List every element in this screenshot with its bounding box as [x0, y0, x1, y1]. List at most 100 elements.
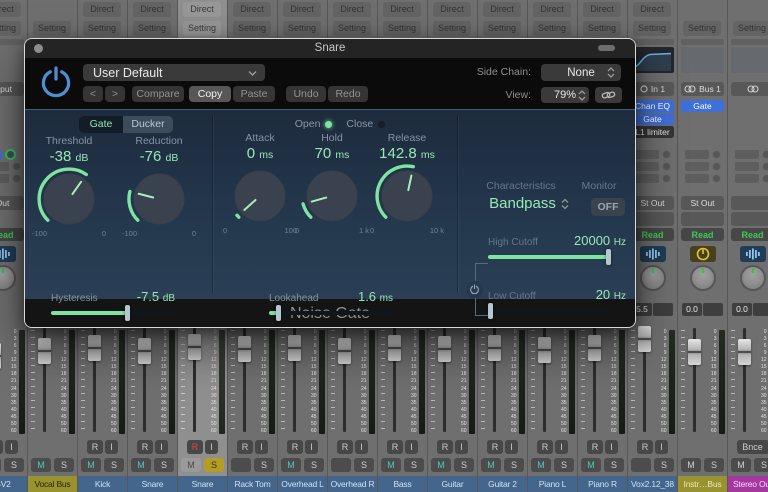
send-slot[interactable] — [0, 174, 9, 183]
input-slot[interactable]: Input — [0, 82, 24, 96]
preset-next-button[interactable]: > — [105, 86, 125, 102]
slider-track[interactable] — [51, 311, 174, 315]
eq-slot[interactable] — [631, 39, 674, 45]
direct-button[interactable]: Direct — [283, 2, 321, 17]
send-knob[interactable] — [762, 174, 768, 183]
tab-ducker[interactable]: Ducker — [123, 116, 173, 133]
input-monitor-button[interactable]: I — [155, 440, 168, 454]
input-monitor-button[interactable]: I — [605, 440, 618, 454]
automation-mode-button[interactable]: Read — [631, 228, 674, 241]
input-slot[interactable] — [731, 82, 768, 96]
send-slot[interactable] — [735, 174, 759, 183]
threshold-knob[interactable]: Threshold-38 dB-1000 — [25, 135, 113, 238]
input-slot[interactable]: In 1 — [631, 82, 674, 96]
waveform-icon[interactable] — [640, 246, 666, 262]
setting-button[interactable]: Setting — [633, 21, 671, 36]
lookahead-slider[interactable]: Lookahead1.6 ms — [269, 282, 393, 315]
plugin-window-titlebar[interactable]: Snare — [25, 39, 635, 58]
fader-cap[interactable] — [338, 338, 351, 364]
channel-name[interactable]: Kick — [78, 476, 127, 492]
send-knob[interactable] — [712, 150, 721, 159]
send-slot[interactable] — [735, 150, 759, 159]
send-knob[interactable] — [712, 162, 721, 171]
send-slot[interactable] — [635, 174, 659, 183]
send-slot[interactable] — [635, 162, 659, 171]
channel-name[interactable]: Stereo Out — [728, 476, 768, 492]
mute-button[interactable] — [631, 458, 651, 472]
input-monitor-button[interactable]: I — [555, 440, 568, 454]
solo-button[interactable]: S — [404, 458, 424, 472]
solo-button[interactable]: S — [454, 458, 474, 472]
fader[interactable] — [287, 326, 302, 434]
preset-prev-button[interactable]: < — [83, 86, 103, 102]
plugin-power-icon[interactable] — [38, 64, 74, 100]
fader-cap[interactable] — [738, 339, 751, 365]
channel-name[interactable]: Vocal Bus — [28, 476, 77, 492]
channel-name[interactable]: Snare — [178, 476, 227, 492]
waveform-icon[interactable] — [740, 246, 766, 262]
fader[interactable] — [0, 326, 2, 434]
waveform-icon[interactable] — [0, 246, 16, 262]
mute-button[interactable]: M — [531, 458, 551, 472]
monitor-off-button[interactable]: OFF — [591, 198, 625, 216]
knob-dial[interactable] — [125, 165, 193, 233]
direct-button[interactable]: Direct — [183, 2, 221, 17]
send-knob[interactable] — [762, 162, 768, 171]
eq-slot[interactable] — [731, 39, 768, 45]
setting-button[interactable]: Setting — [483, 21, 521, 36]
filter-power-icon[interactable] — [466, 281, 483, 298]
release-knob[interactable]: Release142.8 ms010 k — [363, 132, 451, 235]
mute-button[interactable]: M — [131, 458, 151, 472]
mute-button[interactable]: M — [281, 458, 301, 472]
fader-cap[interactable] — [538, 337, 551, 363]
setting-button[interactable]: Setting — [583, 21, 621, 36]
fader-cap[interactable] — [688, 339, 701, 365]
channel-name[interactable]: Vox2.12_38 — [628, 476, 677, 492]
record-enable-button[interactable]: R — [337, 440, 353, 454]
channel-name[interactable]: Overhead R — [328, 476, 377, 492]
mute-button[interactable]: M — [81, 458, 101, 472]
solo-button[interactable]: S — [654, 458, 674, 472]
fader-cap[interactable] — [188, 334, 201, 360]
channel-name[interactable]: Snare — [128, 476, 177, 492]
send-row[interactable] — [731, 150, 768, 159]
channel-name[interactable]: Instr…Bus — [678, 476, 727, 492]
send-knob[interactable] — [662, 162, 671, 171]
send-slot[interactable] — [635, 150, 659, 159]
channel-name[interactable]: GV2 — [0, 476, 27, 492]
pan-knob[interactable] — [690, 265, 716, 291]
send-knob[interactable] — [762, 150, 768, 159]
fader-cap[interactable] — [0, 343, 1, 369]
record-enable-button[interactable]: R — [537, 440, 553, 454]
input-monitor-button[interactable]: I — [255, 440, 268, 454]
fader[interactable] — [137, 326, 152, 434]
fader[interactable] — [237, 326, 252, 434]
send-knob[interactable] — [662, 150, 671, 159]
slider-handle[interactable] — [606, 249, 611, 265]
output-slot[interactable]: St Out — [631, 196, 674, 210]
plugin-slot-gate[interactable]: Gate — [631, 113, 674, 125]
send-row[interactable]: 2 — [0, 150, 24, 159]
output-slot[interactable]: St Out — [681, 196, 724, 210]
fader[interactable] — [37, 326, 52, 434]
input-monitor-button[interactable]: I — [655, 440, 668, 454]
channel-name[interactable]: Guitar 2 — [478, 476, 527, 492]
fader-cap[interactable] — [488, 335, 501, 361]
group-slot[interactable] — [631, 212, 674, 226]
direct-button[interactable]: Direct — [83, 2, 121, 17]
record-enable-button[interactable]: R — [287, 440, 303, 454]
input-monitor-button[interactable]: I — [105, 440, 118, 454]
solo-button[interactable]: S — [54, 458, 74, 472]
record-enable-button[interactable]: R — [87, 440, 103, 454]
setting-button[interactable]: Setting — [333, 21, 371, 36]
direct-button[interactable]: Direct — [0, 2, 21, 17]
input-monitor-button[interactable]: I — [5, 440, 18, 454]
send-slot[interactable] — [685, 162, 709, 171]
send-bus-chip[interactable]: 2 — [0, 150, 2, 160]
slider-handle[interactable] — [276, 305, 281, 321]
fader-cap[interactable] — [588, 335, 601, 361]
channel-name[interactable]: Piano L — [528, 476, 577, 492]
compare-button[interactable]: Compare — [132, 86, 184, 102]
fader-cap[interactable] — [288, 335, 301, 361]
direct-button[interactable]: Direct — [483, 2, 521, 17]
